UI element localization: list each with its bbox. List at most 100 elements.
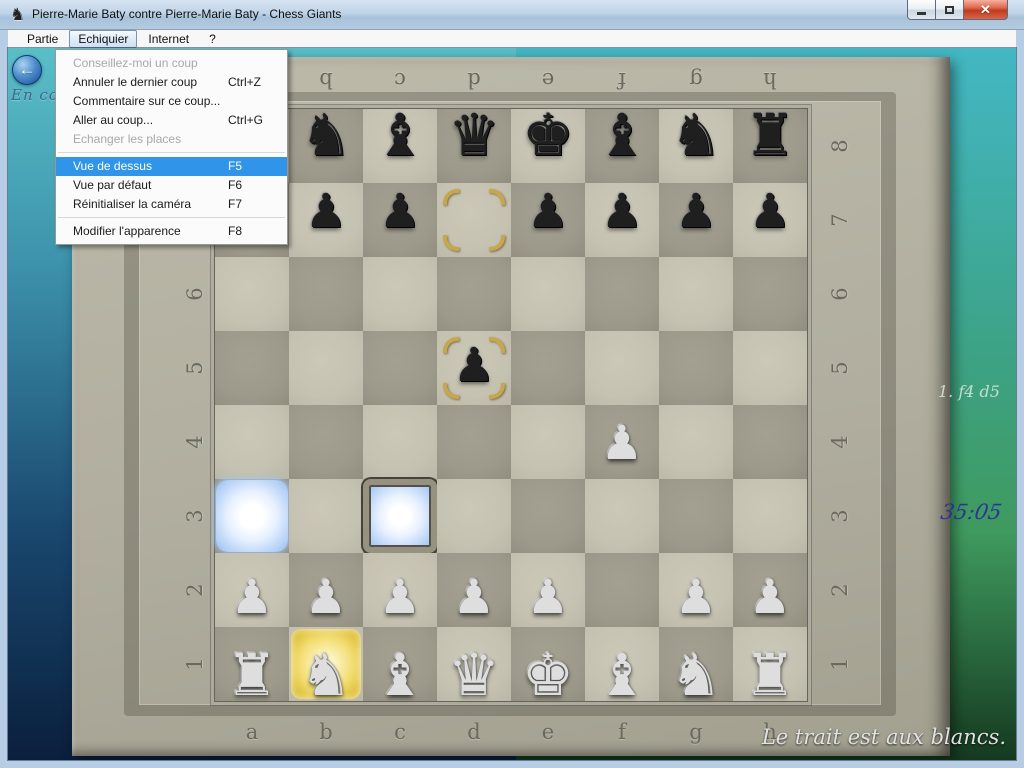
square-c6[interactable] <box>363 257 437 331</box>
piece-white-knight[interactable]: ♞ <box>659 638 733 712</box>
menu-item-aller-au-coup[interactable]: Aller au coup... Ctrl+G <box>56 111 287 130</box>
close-icon: ✕ <box>980 0 991 20</box>
piece-white-queen[interactable]: ♛ <box>437 638 511 712</box>
piece-black-king[interactable]: ♚ <box>511 98 585 172</box>
square-h5[interactable] <box>733 331 807 405</box>
piece-black-pawn[interactable]: ♟ <box>437 329 511 403</box>
square-b6[interactable] <box>289 257 363 331</box>
piece-white-knight[interactable]: ♞ <box>289 638 363 712</box>
square-b5[interactable] <box>289 331 363 405</box>
piece-white-pawn[interactable]: ♟ <box>289 561 363 635</box>
piece-black-bishop[interactable]: ♝ <box>363 98 437 172</box>
rank-label-right-1: 1 <box>803 649 877 679</box>
piece-white-bishop[interactable]: ♝ <box>585 638 659 712</box>
back-button[interactable]: ← <box>12 55 42 85</box>
maximize-button[interactable] <box>935 0 964 20</box>
square-d7[interactable] <box>437 183 511 257</box>
square-c4[interactable] <box>363 405 437 479</box>
menubar-item-partie[interactable]: Partie <box>18 30 67 48</box>
menu-item-conseillez-moi-un-coup: Conseillez-moi un coup <box>56 54 287 73</box>
square-f5[interactable] <box>585 331 659 405</box>
menu-item-label: Conseillez-moi un coup <box>73 56 198 70</box>
piece-white-rook[interactable]: ♜ <box>733 638 807 712</box>
piece-black-pawn[interactable]: ♟ <box>659 175 733 249</box>
piece-black-pawn[interactable]: ♟ <box>585 175 659 249</box>
piece-white-king[interactable]: ♚ <box>511 638 585 712</box>
rank-label-right-2: 2 <box>803 575 877 605</box>
square-d3[interactable] <box>437 479 511 553</box>
menu-item-r-initialiser-la-cam-ra[interactable]: Réinitialiser la caméraF7 <box>56 195 287 214</box>
piece-white-pawn[interactable]: ♟ <box>585 407 659 481</box>
square-b3[interactable] <box>289 479 363 553</box>
piece-black-rook[interactable]: ♜ <box>733 98 807 172</box>
titlebar[interactable]: ♞ Pierre-Marie Baty contre Pierre-Marie … <box>0 0 1024 30</box>
square-b4[interactable] <box>289 405 363 479</box>
rank-label-left-4: 4 <box>158 427 232 457</box>
file-label-bottom-g: g <box>659 715 733 749</box>
piece-white-pawn[interactable]: ♟ <box>659 561 733 635</box>
piece-white-pawn[interactable]: ♟ <box>511 561 585 635</box>
chess-board[interactable]: ♜♞♝♛♚♝♞♜♟♟♟♟♟♟♟♟♟♟♟♟♟♟♟♟♜♞♝♛♚♝♞♜ <box>215 109 807 701</box>
square-f2[interactable] <box>585 553 659 627</box>
square-d6[interactable] <box>437 257 511 331</box>
menu-item-shortcut: Ctrl+G <box>228 111 263 130</box>
square-g3[interactable] <box>659 479 733 553</box>
square-e4[interactable] <box>511 405 585 479</box>
square-e5[interactable] <box>511 331 585 405</box>
piece-black-pawn[interactable]: ♟ <box>733 175 807 249</box>
menubar-item-?[interactable]: ? <box>200 30 225 48</box>
menubar-item-echiquier[interactable]: Echiquier <box>69 30 137 48</box>
menu-item-label: Aller au coup... <box>73 113 153 127</box>
cursor-highlight <box>363 479 437 553</box>
piece-black-pawn[interactable]: ♟ <box>511 175 585 249</box>
caption-buttons: ✕ <box>908 0 1008 20</box>
square-c3[interactable] <box>363 479 437 553</box>
file-label-top-h: h <box>733 65 807 95</box>
menu-item-modifier-l-apparence[interactable]: Modifier l'apparenceF8 <box>56 222 287 241</box>
menu-item-commentaire-sur-ce-coup[interactable]: Commentaire sur ce coup... <box>56 92 287 111</box>
file-label-bottom-d: d <box>437 715 511 749</box>
piece-black-pawn[interactable]: ♟ <box>289 175 363 249</box>
square-d4[interactable] <box>437 405 511 479</box>
square-h4[interactable] <box>733 405 807 479</box>
window-title: Pierre-Marie Baty contre Pierre-Marie Ba… <box>32 7 341 21</box>
menubar-item-internet[interactable]: Internet <box>139 30 198 48</box>
piece-white-pawn[interactable]: ♟ <box>363 561 437 635</box>
menu-item-shortcut: F5 <box>228 157 242 176</box>
menu-item-annuler-le-dernier-coup[interactable]: Annuler le dernier coupCtrl+Z <box>56 73 287 92</box>
close-button[interactable]: ✕ <box>963 0 1008 20</box>
menu-item-label: Commentaire sur ce coup... <box>73 94 220 108</box>
app-icon-knight: ♞ <box>10 5 25 25</box>
square-f6[interactable] <box>585 257 659 331</box>
square-e3[interactable] <box>511 479 585 553</box>
rank-label-right-5: 5 <box>803 353 877 383</box>
piece-white-pawn[interactable]: ♟ <box>215 561 289 635</box>
game-clock: 35:05 <box>939 500 1004 524</box>
menubar: PartieEchiquierInternet? <box>8 30 1016 48</box>
menu-item-vue-par-d-faut[interactable]: Vue par défautF6 <box>56 176 287 195</box>
menu-item-vue-de-dessus[interactable]: Vue de dessusF5 <box>56 157 287 176</box>
square-h3[interactable] <box>733 479 807 553</box>
menu-separator <box>56 149 287 157</box>
piece-black-knight[interactable]: ♞ <box>659 98 733 172</box>
square-e6[interactable] <box>511 257 585 331</box>
file-label-top-g: g <box>659 65 733 95</box>
piece-black-pawn[interactable]: ♟ <box>363 175 437 249</box>
piece-white-pawn[interactable]: ♟ <box>437 561 511 635</box>
menu-item-label: Réinitialiser la caméra <box>73 197 191 211</box>
piece-black-knight[interactable]: ♞ <box>289 98 363 172</box>
menu-item-label: Echanger les places <box>73 132 181 146</box>
square-g4[interactable] <box>659 405 733 479</box>
piece-white-pawn[interactable]: ♟ <box>733 561 807 635</box>
square-h6[interactable] <box>733 257 807 331</box>
piece-white-rook[interactable]: ♜ <box>215 638 289 712</box>
square-c5[interactable] <box>363 331 437 405</box>
piece-white-bishop[interactable]: ♝ <box>363 638 437 712</box>
square-g6[interactable] <box>659 257 733 331</box>
piece-black-bishop[interactable]: ♝ <box>585 98 659 172</box>
file-label-top-e: e <box>511 65 585 95</box>
minimize-button[interactable] <box>907 0 936 20</box>
square-f3[interactable] <box>585 479 659 553</box>
piece-black-queen[interactable]: ♛ <box>437 98 511 172</box>
square-g5[interactable] <box>659 331 733 405</box>
